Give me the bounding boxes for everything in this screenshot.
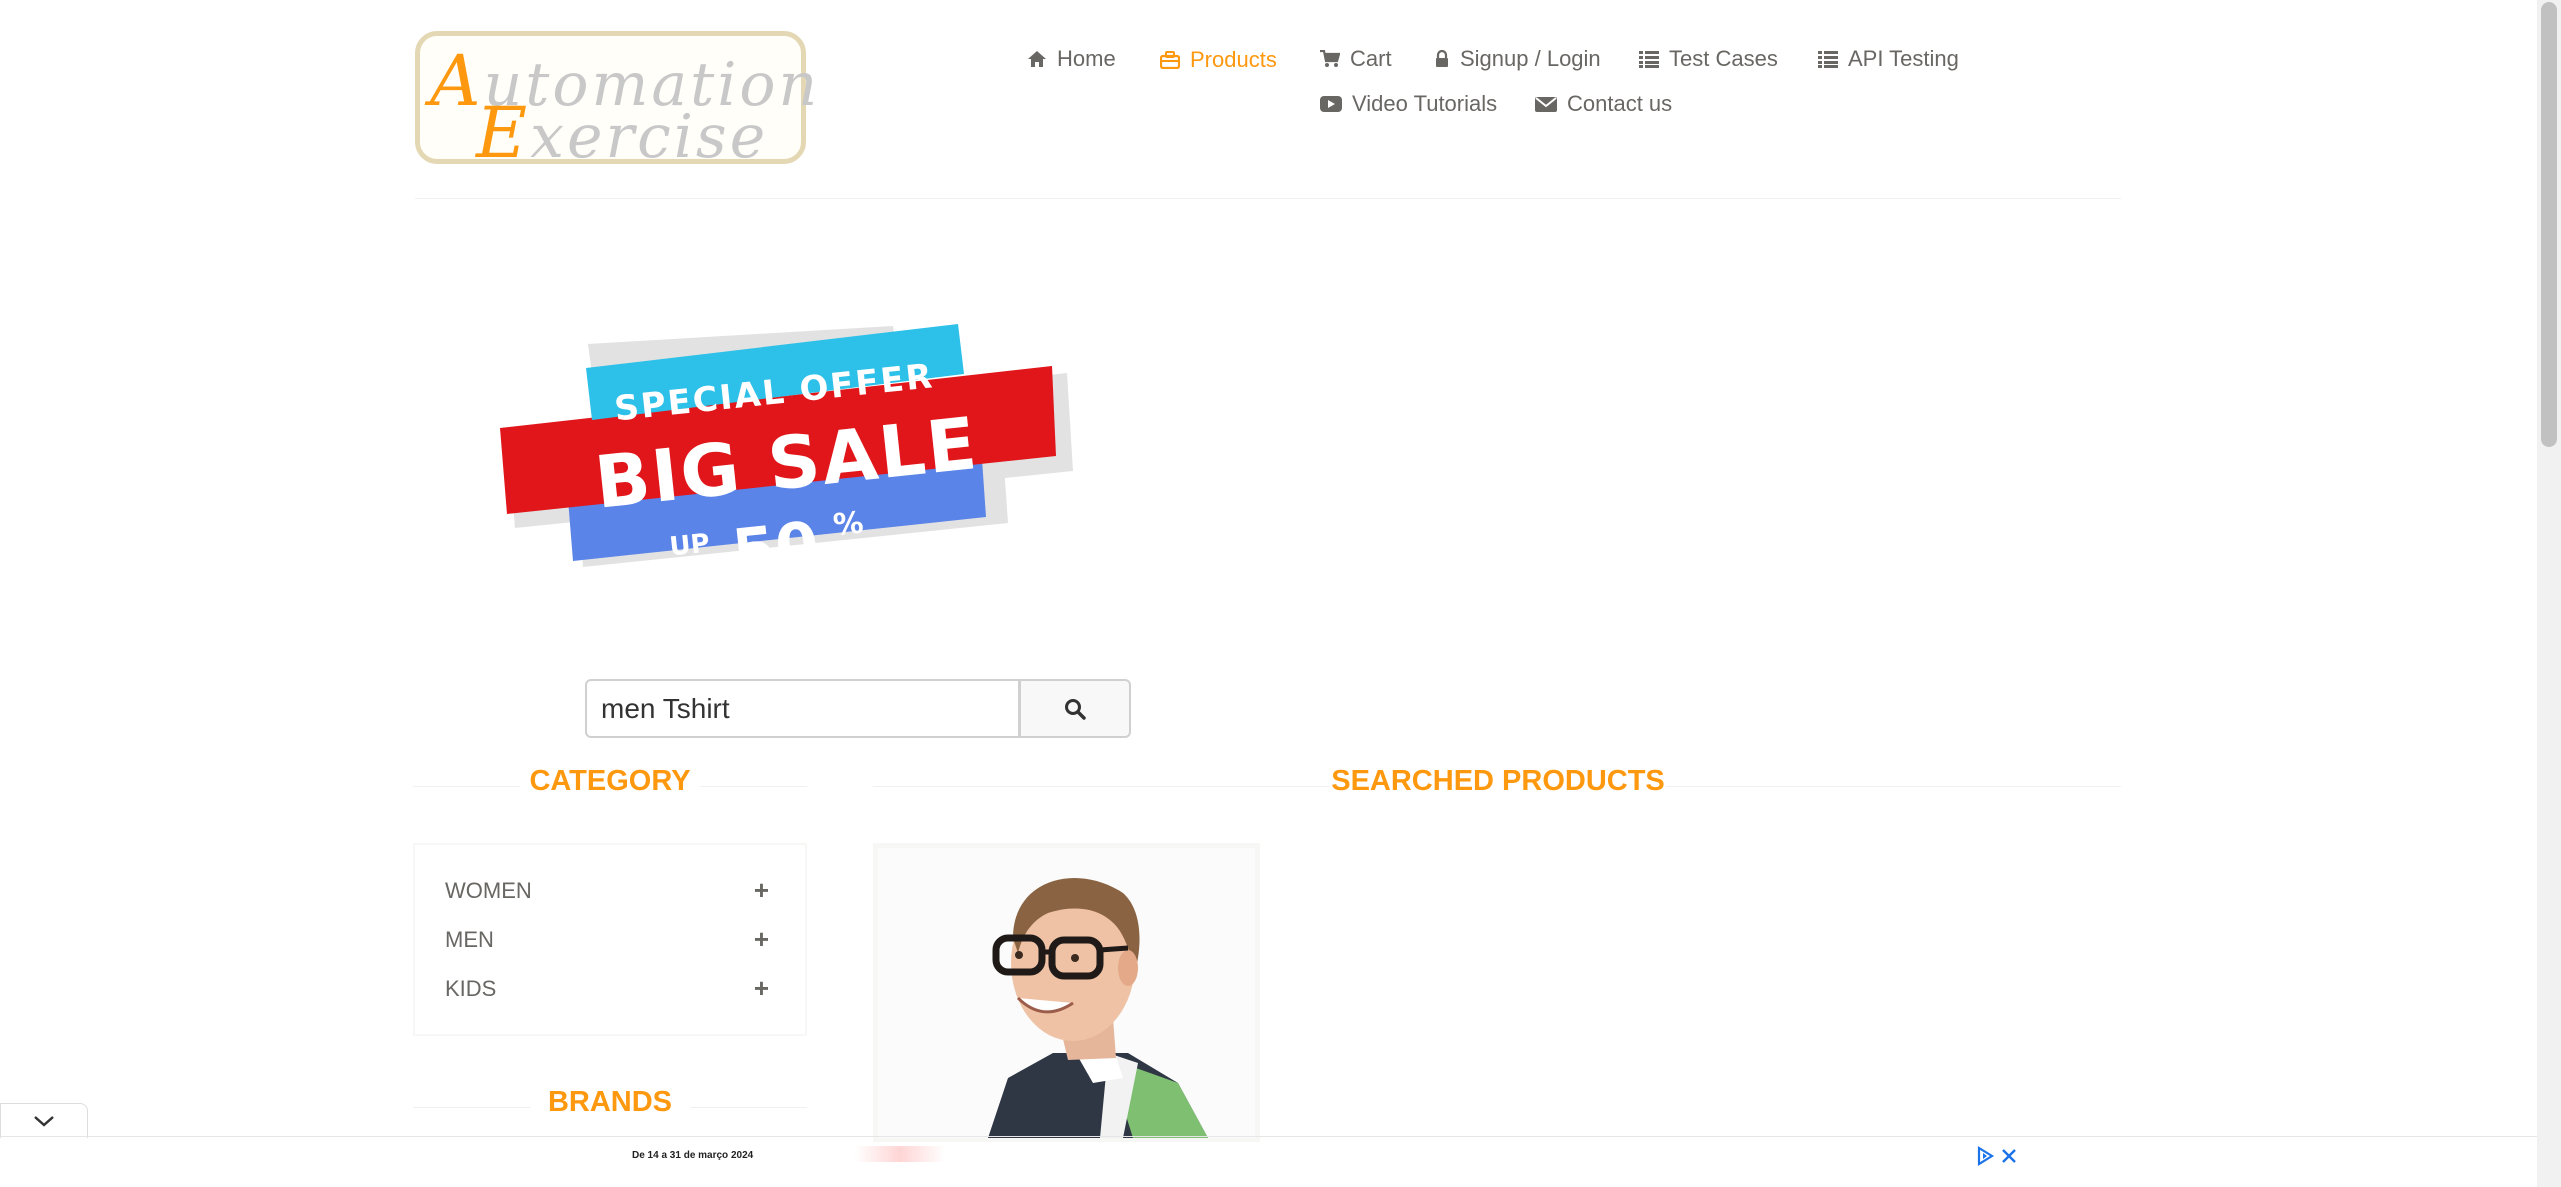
category-kids-label: KIDS	[445, 975, 497, 1001]
searched-products-title: SEARCHED PRODUCTS	[1330, 765, 1666, 798]
category-men[interactable]: MEN +	[445, 924, 769, 955]
sale-banner: SPECIAL OFFER BIG SALE UP TO 50 % OFF	[500, 324, 1073, 583]
nav-cart[interactable]: Cart	[1320, 46, 1392, 72]
adchoices-icon[interactable]	[1975, 1146, 1995, 1166]
category-panel: WOMEN + MEN + KIDS +	[413, 843, 807, 1036]
category-men-label: MEN	[445, 926, 494, 952]
home-icon	[1028, 51, 1046, 67]
ad-divider	[0, 1136, 2561, 1137]
category-women-label: WOMEN	[445, 877, 532, 903]
nav-products[interactable]: Products	[1160, 47, 1277, 73]
nav-test-cases[interactable]: Test Cases	[1639, 46, 1778, 72]
nav-contact-us[interactable]: Contact us	[1535, 91, 1672, 117]
banner-50: 50	[729, 507, 822, 583]
nav-api-testing-label: API Testing	[1848, 46, 1959, 71]
scrollbar-thumb[interactable]	[2541, 2, 2557, 447]
list-icon	[1639, 51, 1659, 68]
products-icon	[1160, 51, 1180, 69]
ad-graphic	[855, 1146, 945, 1162]
nav-home-label: Home	[1057, 46, 1116, 71]
youtube-icon	[1320, 96, 1342, 112]
lock-icon	[1436, 50, 1448, 67]
ad-banner[interactable]: De 14 a 31 de março 2024	[515, 1142, 2021, 1187]
category-women[interactable]: WOMEN +	[445, 875, 769, 906]
nav-products-label: Products	[1190, 47, 1277, 72]
nav-contact-us-label: Contact us	[1567, 91, 1673, 116]
search-button[interactable]	[1019, 679, 1131, 738]
brands-title: BRANDS	[530, 1086, 690, 1119]
nav-api-testing[interactable]: API Testing	[1818, 46, 1959, 72]
category-kids[interactable]: KIDS +	[445, 973, 769, 1004]
nav-signup-login-label: Signup / Login	[1460, 46, 1601, 71]
cart-icon	[1320, 50, 1340, 67]
nav-home[interactable]: Home	[1027, 46, 1116, 72]
nav-video-tutorials-label: Video Tutorials	[1352, 91, 1498, 116]
search-icon	[1065, 698, 1086, 720]
envelope-icon	[1535, 97, 1557, 112]
banner-off: OFF	[836, 532, 896, 568]
plus-icon[interactable]: +	[754, 924, 769, 955]
nav-video-tutorials[interactable]: Video Tutorials	[1320, 91, 1497, 117]
nav-cart-label: Cart	[1350, 46, 1392, 71]
product-card[interactable]	[873, 843, 1260, 1143]
category-title: CATEGORY	[520, 765, 700, 798]
nav-test-cases-label: Test Cases	[1669, 46, 1778, 71]
chevron-down-icon	[34, 1116, 54, 1127]
list-icon	[1818, 51, 1838, 68]
plus-icon[interactable]: +	[754, 875, 769, 906]
header-divider	[415, 198, 2121, 199]
collapse-ad-button[interactable]	[0, 1103, 88, 1138]
banner-to: TO	[686, 552, 729, 583]
search-input[interactable]	[585, 679, 1020, 738]
nav-signup-login[interactable]: Signup / Login	[1434, 46, 1601, 72]
site-logo[interactable]: Automation Exercise	[415, 31, 817, 174]
ad-text: De 14 a 31 de março 2024	[632, 1150, 754, 1161]
plus-icon[interactable]: +	[754, 973, 769, 1004]
close-ad-icon[interactable]	[2000, 1147, 2018, 1165]
logo-line-2: Exercise	[476, 92, 769, 174]
product-image	[878, 848, 1255, 1138]
